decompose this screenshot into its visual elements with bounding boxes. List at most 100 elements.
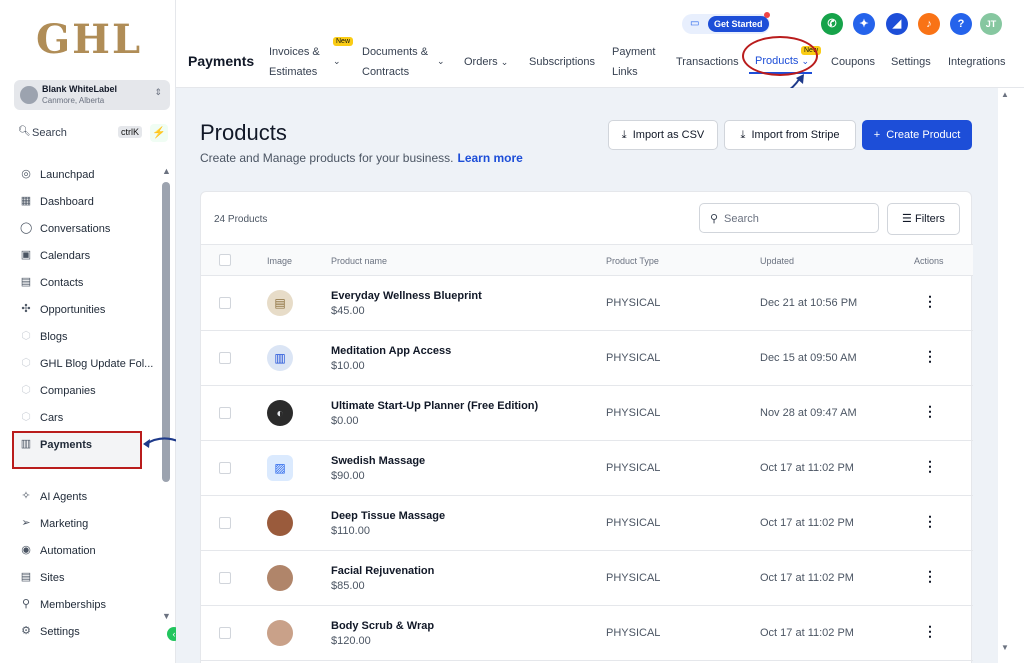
automation-icon: ◉ [21, 544, 31, 556]
product-thumbnail [267, 620, 293, 646]
sidebar-item-ai-agents[interactable]: ✧ AI Agents [14, 486, 154, 508]
sidebar-item-settings[interactable]: ⚙ Settings [14, 621, 154, 643]
row-checkbox[interactable] [219, 407, 231, 419]
product-type: PHYSICAL [606, 462, 661, 474]
megaphone-icon[interactable]: ◢ [886, 13, 908, 35]
sidebar-item-calendars[interactable]: ▣ Calendars [14, 245, 154, 267]
create-product-button[interactable]: + Create Product [862, 120, 972, 150]
get-started-button[interactable]: ▭ Get Started [682, 12, 770, 34]
table-row[interactable]: Deep Tissue Massage $110.00 PHYSICAL Oct… [201, 496, 973, 551]
table-search-input[interactable]: ⚲ Search [699, 203, 879, 233]
magic-icon[interactable]: ✦ [853, 13, 875, 35]
chat-icon: ◯ [20, 222, 33, 234]
brand-logo[interactable]: GHL [36, 16, 142, 63]
import-csv-button[interactable]: ⤓ Import as CSV [608, 120, 718, 150]
calendar-icon: ▣ [20, 249, 32, 261]
product-updated: Oct 17 at 11:02 PM [760, 572, 854, 584]
scroll-up-arrow-icon[interactable]: ▲ [162, 166, 171, 176]
gear-icon: ⚙ [21, 625, 31, 637]
tab-coupons[interactable]: Coupons [831, 52, 875, 72]
sidebar-item-conversations[interactable]: ◯ Conversations [14, 218, 154, 240]
learn-more-link[interactable]: Learn more [457, 151, 522, 165]
chevron-down-icon: ⌄ [333, 56, 341, 66]
main-content: Products Create and Manage products for … [176, 88, 998, 663]
product-type: PHYSICAL [606, 572, 661, 584]
table-row[interactable]: Body Scrub & Wrap $120.00 PHYSICAL Oct 1… [201, 606, 973, 661]
row-checkbox[interactable] [219, 352, 231, 364]
product-thumbnail: ▥ [267, 345, 293, 371]
more-actions-icon[interactable]: ⋮ [923, 513, 937, 530]
scroll-down-arrow-icon[interactable]: ▼ [162, 611, 171, 621]
quick-action-bolt-icon[interactable]: ⚡ [150, 124, 168, 142]
product-price: $0.00 [331, 415, 359, 427]
tab-invoices[interactable]: Invoices & Estimates [269, 42, 320, 82]
product-name[interactable]: Meditation App Access [331, 345, 451, 357]
table-row[interactable]: ▨ Swedish Massage $90.00 PHYSICAL Oct 17… [201, 441, 973, 496]
column-image: Image [267, 256, 293, 266]
more-actions-icon[interactable]: ⋮ [923, 568, 937, 585]
sidebar-item-ghl-blog[interactable]: ⬡ GHL Blog Update Fol... [14, 353, 154, 375]
more-actions-icon[interactable]: ⋮ [923, 403, 937, 420]
sidebar-item-memberships[interactable]: ⚲ Memberships [14, 594, 154, 616]
tab-subscriptions[interactable]: Subscriptions [529, 52, 595, 72]
sidebar-item-launchpad[interactable]: ◎ Launchpad [14, 164, 154, 186]
phone-icon[interactable]: ✆ [821, 13, 843, 35]
product-price: $90.00 [331, 470, 365, 482]
tab-transactions[interactable]: Transactions [676, 52, 739, 72]
row-checkbox[interactable] [219, 462, 231, 474]
plus-icon: + [873, 129, 881, 141]
sidebar-item-companies[interactable]: ⬡ Companies [14, 380, 154, 402]
product-name[interactable]: Everyday Wellness Blueprint [331, 290, 482, 302]
scroll-down-arrow-icon[interactable]: ▼ [1001, 643, 1009, 652]
product-name[interactable]: Ultimate Start-Up Planner (Free Edition) [331, 400, 538, 412]
scroll-up-arrow-icon[interactable]: ▲ [1001, 90, 1009, 99]
product-name[interactable]: Facial Rejuvenation [331, 565, 434, 577]
sidebar-item-automation[interactable]: ◉ Automation [14, 540, 154, 562]
row-checkbox[interactable] [219, 627, 231, 639]
sidebar-item-sites[interactable]: ▤ Sites [14, 567, 154, 589]
more-actions-icon[interactable]: ⋮ [923, 348, 937, 365]
sidebar-item-marketing[interactable]: ➢ Marketing [14, 513, 154, 535]
tab-settings[interactable]: Settings [891, 52, 931, 72]
sidebar-item-contacts[interactable]: ▤ Contacts [14, 272, 154, 294]
row-checkbox[interactable] [219, 572, 231, 584]
section-title: Payments [188, 53, 255, 69]
tab-orders[interactable]: Orders ⌄ [464, 52, 508, 72]
product-updated: Nov 28 at 09:47 AM [760, 407, 857, 419]
more-actions-icon[interactable]: ⋮ [923, 293, 937, 310]
import-stripe-button[interactable]: ⤓ Import from Stripe [724, 120, 856, 150]
chevron-down-icon: ⌄ [500, 57, 509, 67]
tab-payment-links[interactable]: Payment Links [612, 42, 655, 82]
row-checkbox[interactable] [219, 297, 231, 309]
location-switcher[interactable]: Blank WhiteLabel Canmore, Alberta ⇕ [14, 80, 170, 110]
product-name[interactable]: Body Scrub & Wrap [331, 620, 434, 632]
sidebar-item-blogs[interactable]: ⬡ Blogs [14, 326, 154, 348]
table-row[interactable]: Facial Rejuvenation $85.00 PHYSICAL Oct … [201, 551, 973, 606]
product-name[interactable]: Swedish Massage [331, 455, 425, 467]
product-name[interactable]: Deep Tissue Massage [331, 510, 445, 522]
column-product-name[interactable]: Product name [331, 256, 387, 266]
sidebar-item-dashboard[interactable]: ▦ Dashboard [14, 191, 154, 213]
more-actions-icon[interactable]: ⋮ [923, 458, 937, 475]
more-actions-icon[interactable]: ⋮ [923, 623, 937, 640]
avatar[interactable]: JT [980, 13, 1002, 35]
sidebar-search[interactable]: 🔍︎ Search ctrlK [14, 122, 144, 144]
row-checkbox[interactable] [219, 517, 231, 529]
sidebar-item-payments[interactable]: ▥ Payments [14, 434, 154, 456]
product-updated: Oct 17 at 11:02 PM [760, 462, 854, 474]
sidebar-item-opportunities[interactable]: ✣ Opportunities [14, 299, 154, 321]
table-row[interactable]: ▥ Meditation App Access $10.00 PHYSICAL … [201, 331, 973, 386]
product-thumbnail [267, 510, 293, 536]
column-product-type[interactable]: Product Type [606, 256, 659, 266]
select-all-checkbox[interactable] [219, 254, 231, 266]
tab-integrations[interactable]: Integrations [948, 52, 1005, 72]
table-row[interactable]: ◐ Ultimate Start-Up Planner (Free Editio… [201, 386, 973, 441]
column-updated[interactable]: Updated [760, 256, 794, 266]
bell-icon[interactable]: ♪ [918, 13, 940, 35]
download-icon: ⤓ [621, 129, 627, 141]
tab-documents[interactable]: Documents & Contracts [362, 42, 428, 82]
table-row[interactable]: ▤ Everyday Wellness Blueprint $45.00 PHY… [201, 276, 973, 331]
help-icon[interactable]: ? [950, 13, 972, 35]
filters-button[interactable]: ☰ Filters [887, 203, 960, 235]
sidebar-item-cars[interactable]: ⬡ Cars [14, 407, 154, 429]
